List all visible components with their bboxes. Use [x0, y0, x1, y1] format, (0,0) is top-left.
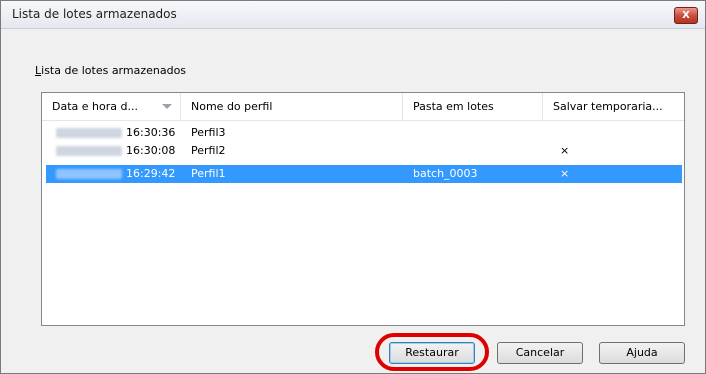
redacted-date — [56, 128, 122, 138]
redacted-date — [56, 169, 122, 179]
row-time: 16:29:42 — [126, 167, 176, 180]
title-bar[interactable]: Lista de lotes armazenados X — [1, 1, 705, 29]
table-row[interactable]: 16:30:36 Perfil3 — [46, 125, 682, 141]
group-label-rest: ista de lotes armazenados — [41, 64, 187, 77]
column-header-save-label: Salvar temporaria... — [553, 100, 663, 113]
column-header-profile-label: Nome do perfil — [191, 100, 273, 113]
cancel-button[interactable]: Cancelar — [497, 342, 583, 364]
column-header-folder[interactable]: Pasta em lotes — [403, 93, 543, 120]
sort-descending-icon — [162, 104, 172, 109]
row-date-cell: 16:29:42 — [56, 165, 175, 183]
close-button[interactable]: X — [674, 7, 698, 24]
column-header-date[interactable]: Data e hora d... — [42, 93, 181, 120]
stored-batches-dialog: Lista de lotes armazenados X Lista de lo… — [0, 0, 706, 374]
table-row[interactable]: 16:30:08 Perfil2 × — [46, 143, 682, 159]
row-save-cell: × — [560, 167, 570, 180]
list-header: Data e hora d... Nome do perfil Pasta em… — [42, 93, 684, 121]
row-time: 16:30:36 — [126, 126, 176, 139]
column-header-profile[interactable]: Nome do perfil — [181, 93, 403, 120]
row-profile-cell: Perfil2 — [191, 144, 226, 157]
close-icon: X — [682, 10, 690, 21]
row-folder-cell: batch_0003 — [413, 167, 478, 180]
list-group-label: Lista de lotes armazenados — [35, 64, 186, 77]
help-button[interactable]: Ajuda — [599, 342, 685, 364]
row-profile-cell: Perfil3 — [191, 126, 226, 139]
row-save-cell: × — [560, 144, 570, 157]
restore-button[interactable]: Restaurar — [389, 342, 475, 364]
batch-list[interactable]: Data e hora d... Nome do perfil Pasta em… — [41, 92, 685, 326]
row-time: 16:30:08 — [126, 144, 176, 157]
column-header-date-label: Data e hora d... — [52, 100, 138, 113]
row-profile-cell: Perfil1 — [191, 167, 226, 180]
table-row-selected[interactable]: 16:29:42 Perfil1 batch_0003 × — [46, 165, 682, 183]
row-date-cell: 16:30:08 — [56, 143, 175, 159]
column-header-save[interactable]: Salvar temporaria... — [543, 93, 684, 120]
window-title: Lista de lotes armazenados — [12, 7, 177, 21]
row-date-cell: 16:30:36 — [56, 125, 175, 141]
column-header-folder-label: Pasta em lotes — [413, 100, 494, 113]
redacted-date — [56, 146, 122, 156]
